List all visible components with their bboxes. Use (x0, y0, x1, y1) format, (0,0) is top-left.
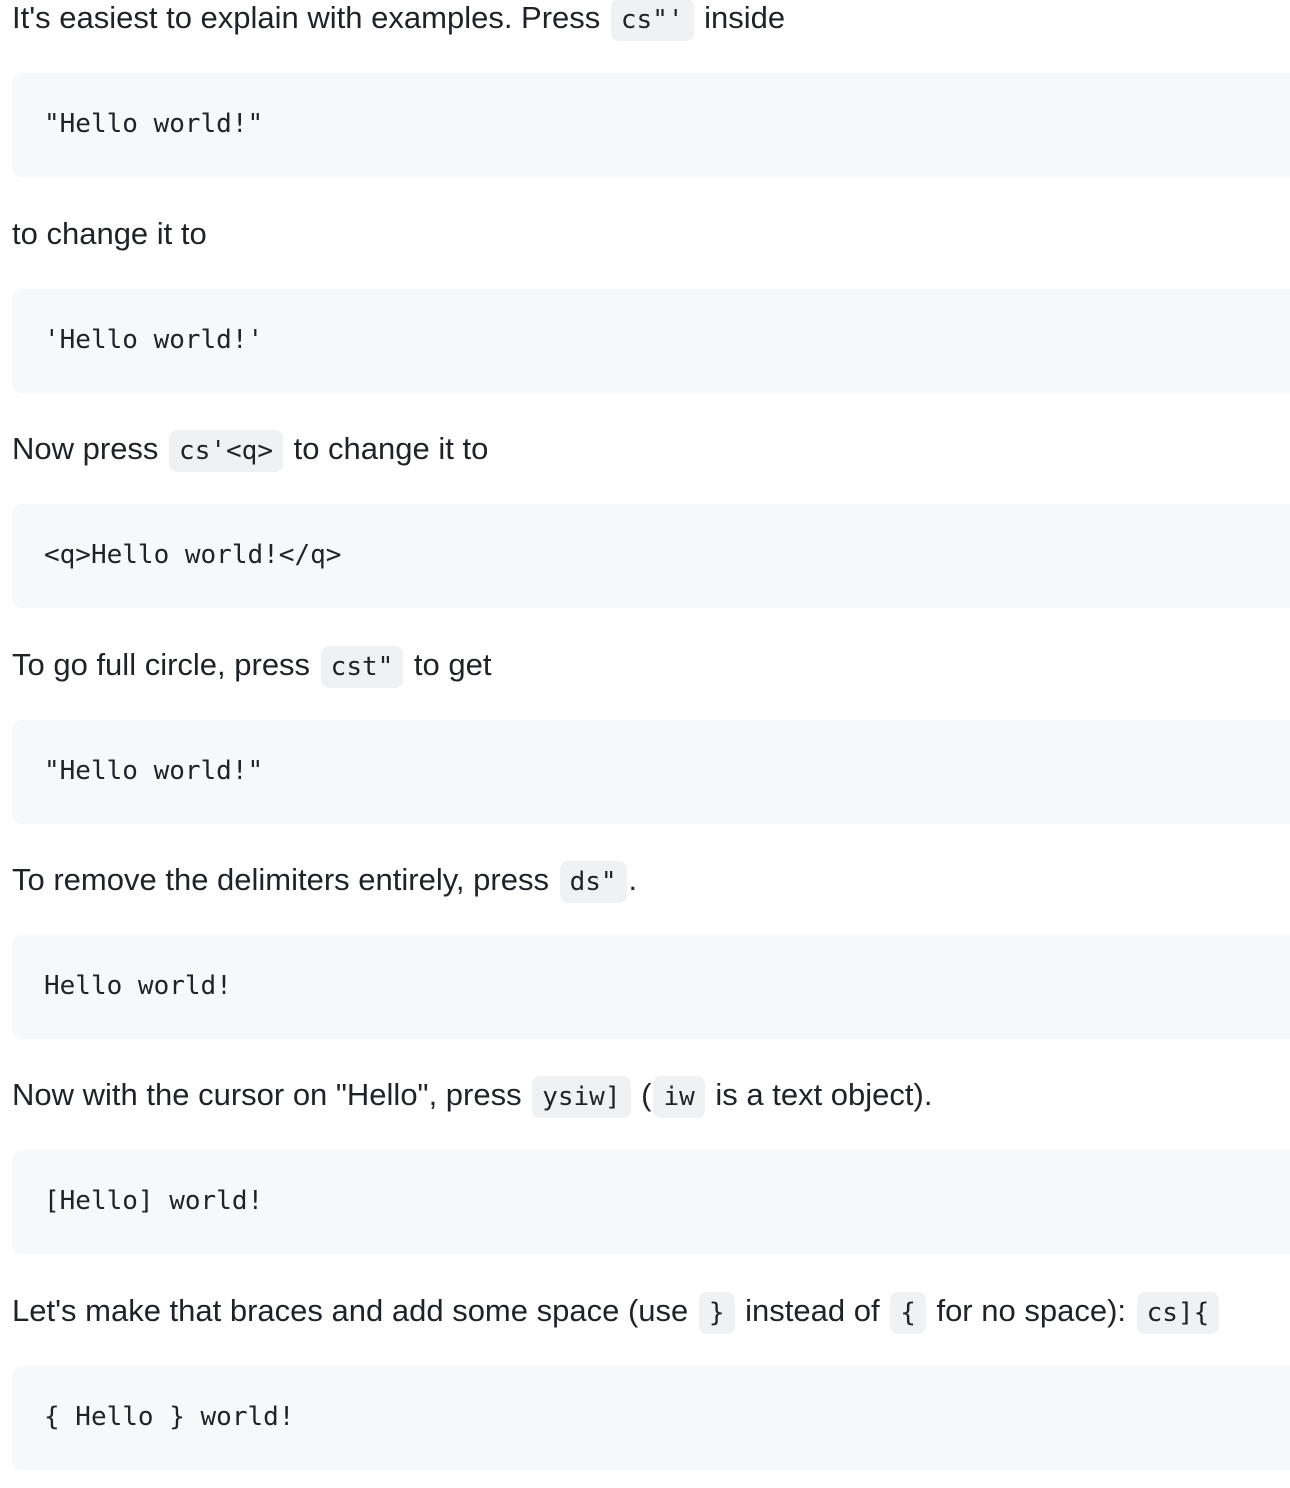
paragraph-text: To remove the delimiters entirely, press (12, 862, 558, 897)
code-block-text: Hello world! (44, 971, 232, 1001)
paragraph-text: Now press (12, 431, 168, 466)
paragraph-text: . (628, 862, 638, 897)
paragraph-now-press: Now press cs'<q> to change it to (12, 427, 489, 472)
paragraph-cursor-on-hello: Now with the cursor on "Hello", press ys… (12, 1073, 933, 1118)
paragraph-braces: Let's make that braces and add some spac… (12, 1289, 1221, 1334)
paragraph-text: to change it to (284, 431, 489, 466)
paragraph-text: ( (632, 1077, 652, 1112)
code-block-text: <q>Hello world!</q> (44, 540, 342, 570)
inline-code: ysiw] (532, 1076, 631, 1118)
inline-code: cs'<q> (169, 430, 283, 472)
code-block: "Hello world!" (12, 720, 1290, 824)
inline-code: } (698, 1292, 735, 1334)
inline-code: iw (653, 1076, 705, 1118)
code-block: 'Hello world!' (12, 289, 1290, 393)
code-block: { Hello } world! (12, 1366, 1290, 1470)
inline-code: { (890, 1292, 926, 1334)
paragraph-text: It's easiest to explain with examples. P… (12, 0, 609, 35)
paragraph-text: Let's make that braces and add some spac… (12, 1293, 697, 1328)
code-block: "Hello world!" (12, 73, 1290, 177)
code-block: [Hello] world! (12, 1150, 1290, 1254)
code-block: <q>Hello world!</q> (12, 504, 1290, 608)
code-block: Hello world! (12, 935, 1290, 1039)
paragraph-full-circle: To go full circle, press cst" to get (12, 643, 492, 688)
code-block-text: { Hello } world! (44, 1402, 295, 1432)
paragraph-text: instead of (736, 1293, 889, 1328)
paragraph-text: to get (405, 647, 492, 682)
paragraph-text: To go full circle, press (12, 647, 319, 682)
code-block-text: "Hello world!" (44, 756, 264, 786)
paragraph-intro: It's easiest to explain with examples. P… (12, 0, 786, 41)
paragraph-text: inside (695, 0, 786, 35)
inline-code: cs"' (610, 0, 694, 41)
code-block-text: 'Hello world!' (44, 325, 264, 355)
paragraph-change-to: to change it to (12, 212, 207, 256)
paragraph-remove-delimiters: To remove the delimiters entirely, press… (12, 858, 638, 903)
paragraph-text: for no space): (927, 1293, 1135, 1328)
code-block-text: [Hello] world! (44, 1186, 264, 1216)
inline-code: cst" (320, 646, 404, 688)
inline-code: cs]{ (1136, 1292, 1220, 1334)
code-block-text: "Hello world!" (44, 109, 264, 139)
paragraph-text: to change it to (12, 216, 207, 251)
paragraph-text: Now with the cursor on "Hello", press (12, 1077, 531, 1112)
inline-code: ds" (559, 861, 627, 903)
paragraph-text: is a text object). (706, 1077, 933, 1112)
